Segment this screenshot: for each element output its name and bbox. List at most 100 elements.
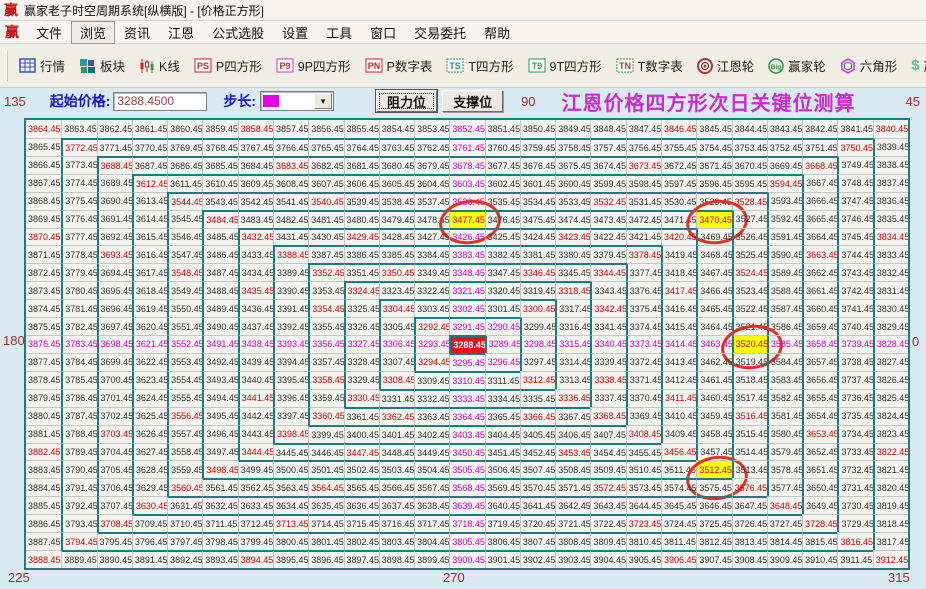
menu-item-news[interactable]: 资讯 [115,21,159,44]
step-dropdown[interactable]: ▼ [260,91,335,111]
price-cell[interactable]: 3653.45 [802,424,838,443]
price-cell[interactable]: 3658.45 [802,335,838,353]
price-cell[interactable]: 3840.45 [872,120,908,138]
price-cell[interactable]: 3786.45 [61,388,97,407]
price-cell[interactable]: 3845.45 [696,120,732,138]
price-cell[interactable]: 3612.45 [131,173,168,192]
price-cell[interactable]: 3798.45 [202,532,238,551]
price-cell[interactable]: 3872.45 [26,263,62,281]
price-cell[interactable]: 3749.45 [837,155,873,174]
price-cell[interactable]: 3747.45 [837,191,873,210]
price-cell[interactable]: 3771.45 [96,137,132,156]
price-cell[interactable]: 3506.45 [484,460,520,479]
price-cell[interactable]: 3327.45 [343,335,379,353]
price-cell[interactable]: 3560.45 [167,478,203,497]
price-cell[interactable]: 3399.45 [308,424,344,443]
price-cell[interactable]: 3512.45 [696,460,732,479]
price-cell[interactable]: 3416.45 [661,299,697,318]
price-cell[interactable]: 3295.45 [449,352,485,371]
price-cell[interactable]: 3339.45 [590,352,626,371]
price-cell[interactable]: 3645.45 [661,496,697,515]
price-cell[interactable]: 3307.45 [378,352,415,371]
price-cell[interactable]: 3516.45 [731,406,767,425]
toolbar-item-sectors[interactable]: 板块 [79,56,125,75]
price-cell[interactable]: 3302.45 [449,299,485,318]
price-cell[interactable]: 3475.45 [519,209,556,228]
price-cell[interactable]: 3494.45 [202,388,238,407]
price-cell[interactable]: 3449.45 [414,442,450,461]
price-cell[interactable]: 3289.45 [484,335,520,353]
price-cell[interactable]: 3732.45 [837,460,873,479]
price-cell[interactable]: 3734.45 [837,424,873,443]
price-cell[interactable]: 3320.45 [484,281,520,300]
price-cell[interactable]: 3802.45 [343,532,379,551]
price-cell[interactable]: 3296.45 [484,352,520,371]
price-cell[interactable]: 3794.45 [61,532,97,551]
price-cell[interactable]: 3483.45 [237,209,273,228]
price-cell[interactable]: 3394.45 [272,352,309,371]
price-cell[interactable]: 3604.45 [414,173,450,192]
price-cell[interactable]: 3835.45 [872,209,908,228]
price-cell[interactable]: 3637.45 [378,496,415,515]
price-cell[interactable]: 3820.45 [872,478,908,497]
price-cell[interactable]: 3890.45 [96,550,132,568]
price-cell[interactable]: 3822.45 [872,442,908,461]
price-cell[interactable]: 3904.45 [590,550,626,568]
price-cell[interactable]: 3323.45 [378,281,415,300]
price-cell[interactable]: 3588.45 [766,281,803,300]
price-cell[interactable]: 3682.45 [308,155,344,174]
price-cell[interactable]: 3643.45 [590,496,626,515]
price-cell[interactable]: 3603.45 [449,173,485,192]
price-cell[interactable]: 3846.45 [661,120,696,138]
price-cell[interactable]: 3628.45 [131,460,168,479]
price-cell[interactable]: 3694.45 [96,263,132,282]
price-cell[interactable]: 3647.45 [731,496,767,515]
price-cell[interactable]: 3790.45 [61,460,97,479]
price-cell[interactable]: 3670.45 [731,155,767,174]
price-cell[interactable]: 3725.45 [696,514,732,533]
price-cell[interactable]: 3784.45 [61,352,97,371]
price-cell[interactable]: 3305.45 [378,317,415,336]
price-cell[interactable]: 3478.45 [414,209,450,228]
price-cell[interactable]: 3459.45 [696,406,732,425]
price-cell[interactable]: 3563.45 [272,478,309,497]
price-cell[interactable]: 3709.45 [131,514,168,533]
price-cell[interactable]: 3623.45 [131,370,168,389]
price-cell[interactable]: 3448.45 [378,442,415,461]
price-cell[interactable]: 3577.45 [766,478,803,497]
price-cell[interactable]: 3642.45 [555,496,591,515]
menu-item-browse[interactable]: 浏览 [71,20,116,44]
price-cell[interactable]: 3325.45 [343,299,379,318]
price-cell[interactable]: 3761.45 [449,137,485,156]
price-cell[interactable]: 3705.45 [96,460,132,479]
price-cell[interactable]: 3317.45 [555,299,591,318]
price-cell[interactable]: 3341.45 [590,317,626,336]
price-cell[interactable]: 3687.45 [131,155,168,174]
price-cell[interactable]: 3875.45 [26,317,62,335]
price-cell[interactable]: 3844.45 [731,120,767,138]
price-cell[interactable]: 3660.45 [802,299,838,318]
price-cell[interactable]: 3905.45 [625,550,662,568]
price-cell[interactable]: 3624.45 [131,388,168,407]
price-cell[interactable]: 3779.45 [61,263,97,282]
price-cell[interactable]: 3754.45 [696,137,732,156]
price-cell[interactable]: 3419.45 [661,245,697,264]
price-cell[interactable]: 3454.45 [590,442,626,461]
price-cell[interactable]: 3554.45 [167,370,203,389]
price-cell[interactable]: 3498.45 [202,460,238,479]
price-cell[interactable]: 3292.45 [414,317,450,336]
price-cell[interactable]: 3439.45 [237,352,273,371]
price-cell[interactable]: 3369.45 [625,406,662,425]
price-cell[interactable]: 3899.45 [414,550,450,568]
price-cell[interactable]: 3413.45 [661,352,697,371]
price-cell[interactable]: 3718.45 [449,514,485,533]
price-cell[interactable]: 3800.45 [272,532,309,551]
price-cell[interactable]: 3453.45 [555,442,591,461]
price-cell[interactable]: 3605.45 [378,173,415,192]
price-cell[interactable]: 3760.45 [484,137,520,156]
price-cell[interactable]: 3751.45 [802,137,838,156]
price-cell[interactable]: 3476.45 [484,209,520,228]
price-cell[interactable]: 3695.45 [96,281,132,300]
price-cell[interactable]: 3778.45 [61,245,97,264]
price-cell[interactable]: 3438.45 [237,335,273,353]
